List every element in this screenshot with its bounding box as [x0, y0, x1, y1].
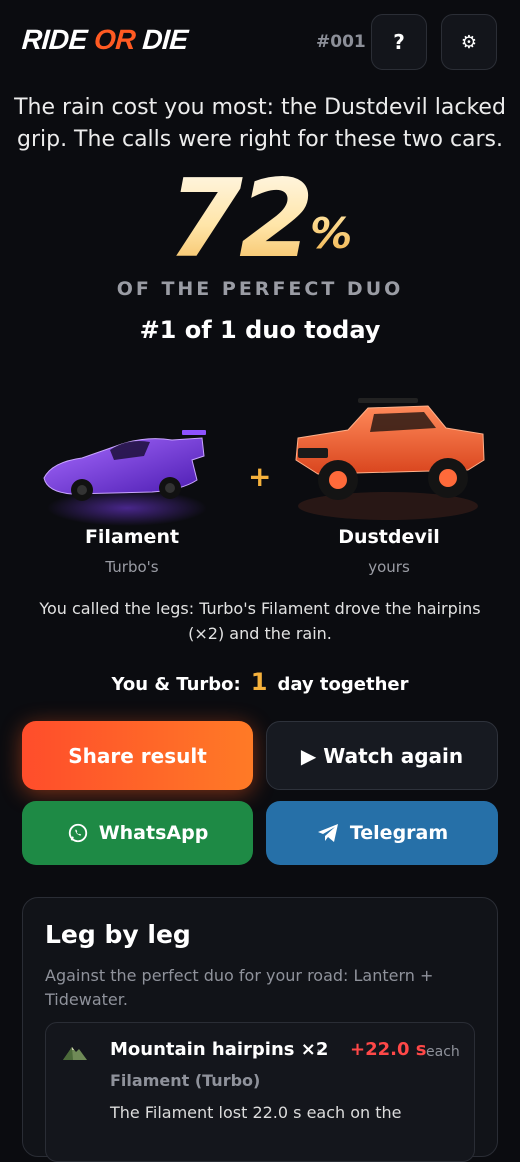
score-percent-sign: %	[310, 209, 353, 258]
plus-sign: +	[248, 460, 272, 493]
legs-called-text: You called the legs: Turbo's Filament dr…	[39, 599, 481, 643]
telegram-label: Telegram	[349, 822, 449, 844]
leg-description: The Filament lost 22.0 s each on the	[110, 1103, 402, 1122]
together-days: 1	[250, 668, 268, 696]
share-result-button[interactable]: Share result	[22, 721, 253, 790]
leg-item: Mountain hairpins ×2 · +22.0 s each Fila…	[45, 1022, 475, 1162]
score-value: 72	[167, 157, 314, 282]
together-prefix: You & Turbo:	[111, 674, 241, 695]
whatsapp-share-button[interactable]: WhatsApp	[22, 801, 253, 865]
filament-car-image	[43, 430, 207, 526]
mountain-icon	[63, 1047, 87, 1060]
together-streak: You & Turbo: 1 day together	[0, 668, 520, 696]
result-summary: The rain cost you most: the Dustdevil la…	[14, 95, 506, 152]
whatsapp-label: WhatsApp	[98, 822, 209, 844]
app-header: RIDE OR DIE #001 ? ⚙	[0, 0, 520, 86]
watch-again-button[interactable]: ▶ Watch again	[266, 721, 498, 790]
dustdevil-car-image	[295, 398, 485, 520]
gear-icon: ⚙	[460, 31, 478, 53]
help-icon: ?	[393, 30, 405, 54]
right-car-name: Dustdevil	[338, 526, 440, 548]
whatsapp-icon	[67, 822, 89, 844]
leg-time-delta: +22.0 s	[350, 1039, 427, 1060]
logo-part-ride: RIDE	[20, 24, 96, 55]
left-car-name: Filament	[84, 526, 180, 548]
round-number: #001	[316, 32, 366, 52]
telegram-share-button[interactable]: Telegram	[266, 801, 498, 865]
share-result-label: Share result	[68, 743, 207, 768]
right-car-owner: yours	[368, 558, 410, 576]
left-car-owner: Turbo's	[105, 558, 159, 576]
leg-car: Filament (Turbo)	[110, 1071, 261, 1090]
leg-delta-unit: each	[426, 1044, 460, 1060]
leg-by-leg-title: Leg by leg	[45, 920, 191, 949]
together-suffix: day together	[277, 674, 409, 695]
logo-part-or: OR	[93, 24, 137, 55]
leg-title: Mountain hairpins ×2	[110, 1039, 329, 1060]
leg-separator: ·	[316, 1041, 322, 1060]
leg-by-leg-subtitle: Against the perfect duo for your road: L…	[45, 966, 434, 1009]
score-caption: OF THE PERFECT DUO	[116, 278, 404, 300]
watch-again-label: ▶ Watch again	[300, 743, 464, 768]
telegram-icon	[316, 822, 340, 844]
settings-button[interactable]: ⚙	[441, 14, 497, 70]
app-logo: RIDE OR DIE	[21, 24, 189, 56]
logo-part-die: DIE	[134, 24, 189, 55]
score-percent: 72%	[0, 160, 520, 280]
leg-by-leg-card: Leg by leg Against the perfect duo for y…	[22, 897, 498, 1162]
help-button[interactable]: ?	[371, 14, 427, 70]
rank-text: #1 of 1 duo today	[139, 316, 381, 344]
